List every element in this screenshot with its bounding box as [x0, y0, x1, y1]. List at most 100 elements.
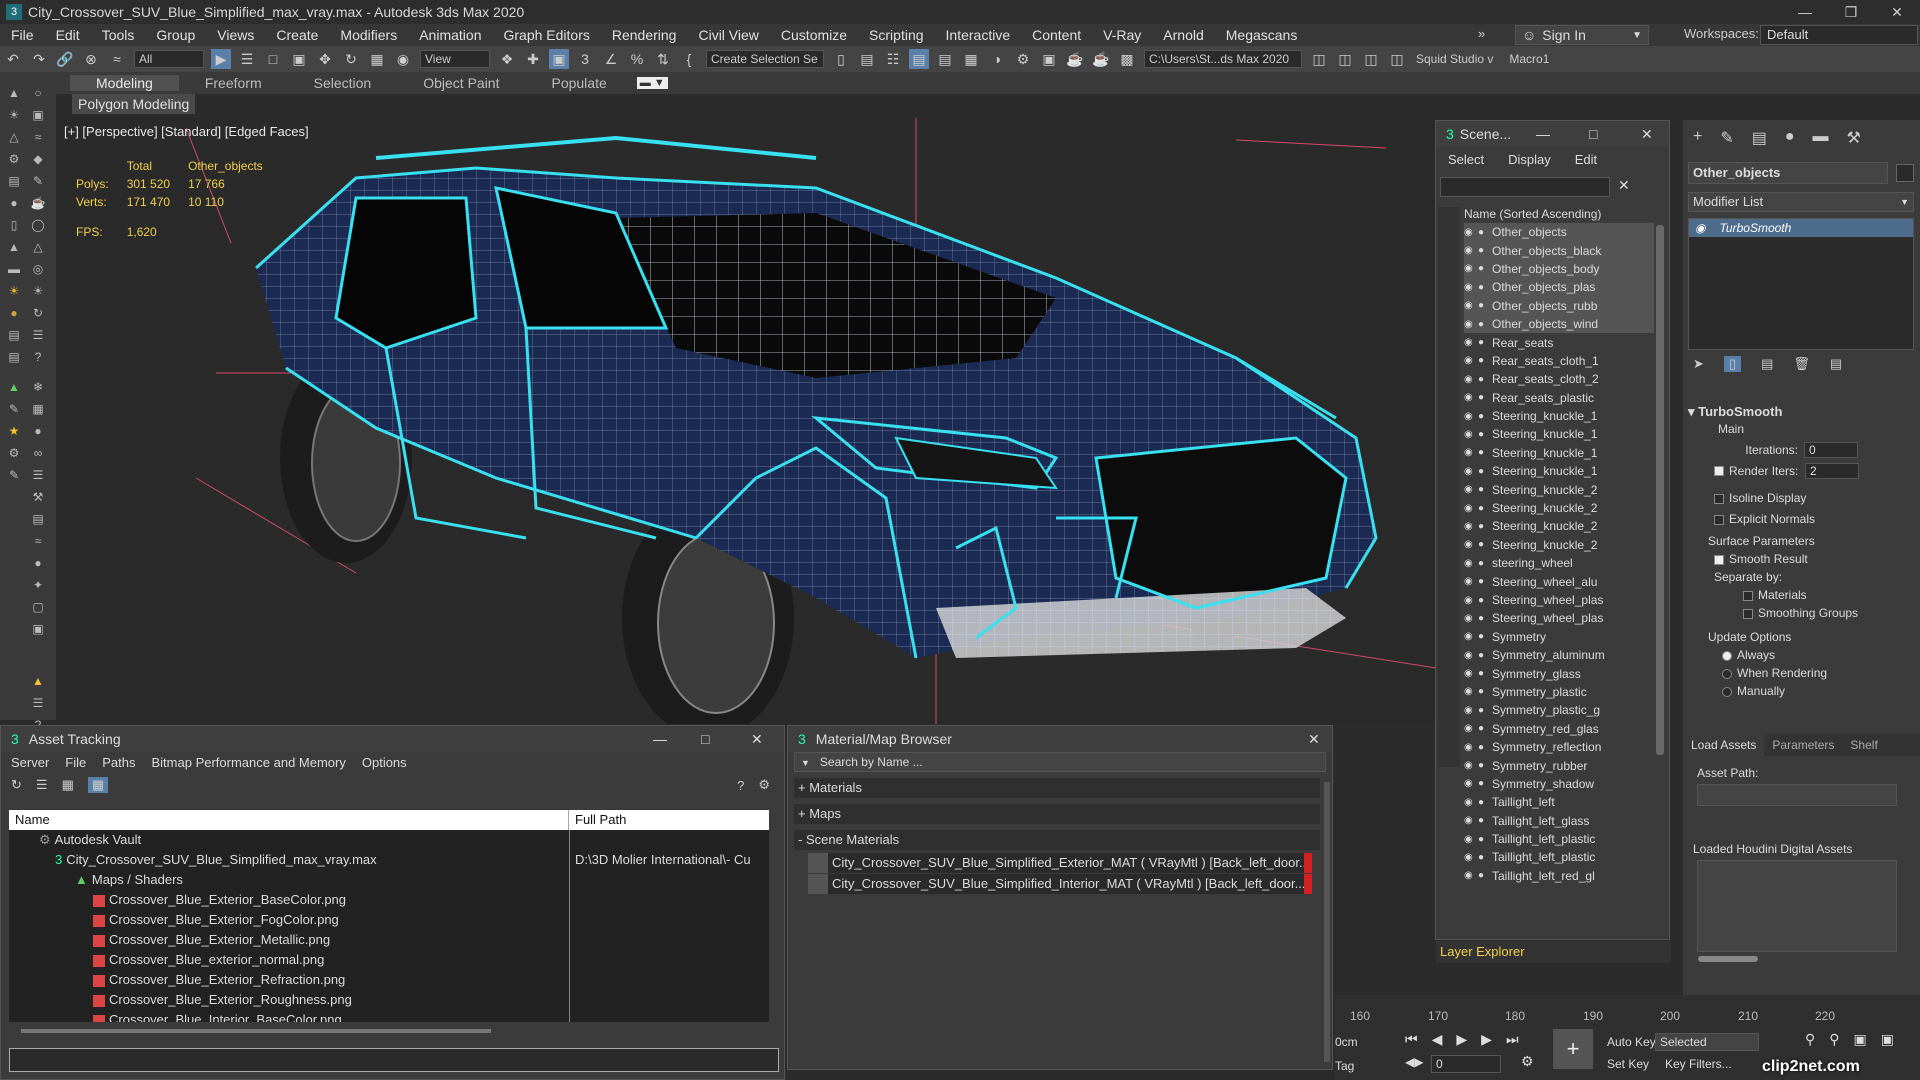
smoothing-groups-checkbox[interactable] [1743, 608, 1753, 619]
snap-icon[interactable]: 3 [575, 49, 595, 69]
curve-editor-icon[interactable]: ▤ [935, 49, 955, 69]
render-icon[interactable]: ☕ [1065, 49, 1085, 69]
freeze-icon[interactable]: ● [1478, 503, 1492, 514]
workspaces-dropdown[interactable]: Default [1760, 25, 1918, 45]
texture-row[interactable]: Crossover_Blue_Exterior_FogColor.png [9, 910, 769, 930]
asset-menu-paths[interactable]: Paths [102, 755, 135, 770]
eye-icon[interactable]: ◉ [1464, 392, 1478, 403]
freeze-icon[interactable]: ● [1478, 815, 1492, 826]
scene-list-item[interactable]: ◉ ● Taillight_left_red_gl [1464, 867, 1654, 883]
list-view-icon[interactable]: ☰ [36, 777, 48, 793]
eye-icon[interactable]: ◉ [1695, 221, 1705, 235]
scene-list-item[interactable]: ◉ ● Symmetry [1464, 628, 1654, 646]
scene-list-item[interactable]: ◉ ● Taillight_left_glass [1464, 812, 1654, 830]
freeze-icon[interactable]: ● [1478, 778, 1492, 789]
rollout-title[interactable]: ▾ TurboSmooth [1688, 404, 1914, 420]
time-config-icon[interactable]: ⚙ [1521, 1053, 1534, 1070]
scene-scrollbar[interactable] [1656, 225, 1664, 755]
scene-list-item[interactable]: ◉ ● Symmetry_shadow [1464, 775, 1654, 793]
scale-icon[interactable]: ▦ [367, 49, 387, 69]
when-rendering-radio[interactable] [1722, 668, 1732, 679]
freeze-icon[interactable]: ● [1478, 650, 1492, 661]
scene-list-item[interactable]: ◉ ● Rear_seats [1464, 333, 1654, 351]
go-to-end-icon[interactable]: ⏭ [1506, 1031, 1519, 1048]
freeze-icon[interactable]: ● [1478, 374, 1492, 385]
always-radio[interactable] [1722, 650, 1732, 661]
fur-icon[interactable]: ☰ [28, 328, 48, 346]
scene-list-item[interactable]: ◉ ● Rear_seats_plastic [1464, 389, 1654, 407]
freeze-icon[interactable]: ● [1478, 760, 1492, 771]
modifier-turbosmooth[interactable]: ◉ TurboSmooth [1689, 219, 1913, 237]
menu-overflow-icon[interactable]: » [1478, 26, 1485, 41]
angle-snap-icon[interactable]: ∠ [601, 49, 621, 69]
utilities-tab-icon[interactable]: ⚒ [1847, 128, 1861, 156]
freeze-icon[interactable]: ● [1478, 631, 1492, 642]
freeze-icon[interactable]: ● [1478, 686, 1492, 697]
scene-list-item[interactable]: ◉ ● Taillight_left [1464, 793, 1654, 811]
eye-icon[interactable]: ◉ [1464, 576, 1478, 587]
ribbon-options-icon[interactable]: ▬ ▼ [636, 77, 668, 89]
scene-menu-select[interactable]: Select [1448, 152, 1484, 167]
scene-list-item[interactable]: ◉ ● Steering_knuckle_2 [1464, 480, 1654, 498]
freeze-icon[interactable]: ● [1478, 558, 1492, 569]
eye-icon[interactable]: ◉ [1464, 705, 1478, 716]
freeze-icon[interactable]: ● [1478, 484, 1492, 495]
bird-icon[interactable]: ✦ [28, 578, 48, 596]
object-color-swatch[interactable] [1896, 164, 1914, 182]
show-end-result-icon[interactable]: ▯ [1723, 356, 1742, 372]
scene-list-item[interactable]: ◉ ● Symmetry_plastic_g [1464, 701, 1654, 719]
materials-checkbox[interactable] [1743, 590, 1753, 601]
help-icon[interactable]: ? [28, 350, 48, 368]
freeze-icon[interactable]: ● [1478, 595, 1492, 606]
star-icon[interactable]: ★ [4, 424, 24, 442]
eye-icon[interactable]: ◉ [1464, 686, 1478, 697]
polygon-modeling-tab[interactable]: Polygon Modeling [72, 94, 196, 114]
scene-list-item[interactable]: ◉ ● Steering_wheel_plas [1464, 591, 1654, 609]
isoline-checkbox[interactable] [1714, 493, 1724, 504]
maximize-icon[interactable]: □ [701, 731, 709, 747]
zoom-icon[interactable]: ⚲ [1805, 1031, 1815, 1048]
omni-icon[interactable]: ☀ [28, 284, 48, 302]
tab-selection[interactable]: Selection [288, 75, 398, 91]
eye-icon[interactable]: ◉ [1464, 797, 1478, 808]
rotate-tool-icon[interactable]: ↻ [28, 306, 48, 324]
eye-icon[interactable]: ◉ [1464, 778, 1478, 789]
eye-icon[interactable]: ◉ [1464, 374, 1478, 385]
pin-stack-icon[interactable]: ➤ [1693, 356, 1704, 372]
freeze-icon[interactable]: ● [1478, 742, 1492, 753]
modify-tab-icon[interactable]: ✎ [1720, 128, 1733, 156]
scene-search-input[interactable] [1440, 177, 1610, 197]
render-iters-checkbox[interactable] [1714, 466, 1724, 476]
systems-icon[interactable]: ⚙ [4, 152, 24, 170]
light-icon[interactable]: ☀ [4, 108, 24, 126]
eye-icon[interactable]: ◉ [1464, 355, 1478, 366]
material-browser-scrollbar[interactable] [1324, 782, 1330, 1062]
scene-list-item[interactable]: ◉ ● Steering_knuckle_2 [1464, 499, 1654, 517]
menu-edit[interactable]: Edit [45, 27, 91, 43]
scene-list-item[interactable]: ◉ ● Taillight_left_plastic [1464, 848, 1654, 866]
eye-icon[interactable]: ◉ [1464, 337, 1478, 348]
scene-list-item[interactable]: ◉ ● Symmetry_red_glas [1464, 720, 1654, 738]
tab-freeform[interactable]: Freeform [179, 75, 288, 91]
eye-icon[interactable]: ◉ [1464, 558, 1478, 569]
menu-create[interactable]: Create [265, 27, 329, 43]
scene-column-header[interactable]: Name (Sorted Ascending) [1464, 207, 1664, 221]
freeze-icon[interactable]: ● [1478, 337, 1492, 348]
tab-load-assets[interactable]: Load Assets [1683, 734, 1765, 756]
eye-icon[interactable]: ◉ [1464, 319, 1478, 330]
asset-status-field[interactable] [9, 1048, 779, 1072]
select-object-icon[interactable]: ▶ [211, 49, 231, 69]
menu-group[interactable]: Group [145, 27, 206, 43]
render-iterative-icon[interactable]: ☕ [1091, 49, 1111, 69]
iterations-spinner[interactable]: 0 [1804, 442, 1858, 458]
freeze-icon[interactable]: ● [1478, 245, 1492, 256]
gear-icon[interactable]: ⚙ [4, 446, 24, 464]
scene-list-item[interactable]: ◉ ● Taillight_left_plastic [1464, 830, 1654, 848]
menu-graph-editors[interactable]: Graph Editors [492, 27, 600, 43]
paint-icon[interactable]: ✎ [28, 174, 48, 192]
percent-snap-icon[interactable]: % [627, 49, 647, 69]
help-icon[interactable]: ? [737, 778, 744, 793]
scene-list-item[interactable]: ◉ ● Rear_seats_cloth_1 [1464, 352, 1654, 370]
freeze-icon[interactable]: ● [1478, 852, 1492, 863]
menu-animation[interactable]: Animation [408, 27, 492, 43]
